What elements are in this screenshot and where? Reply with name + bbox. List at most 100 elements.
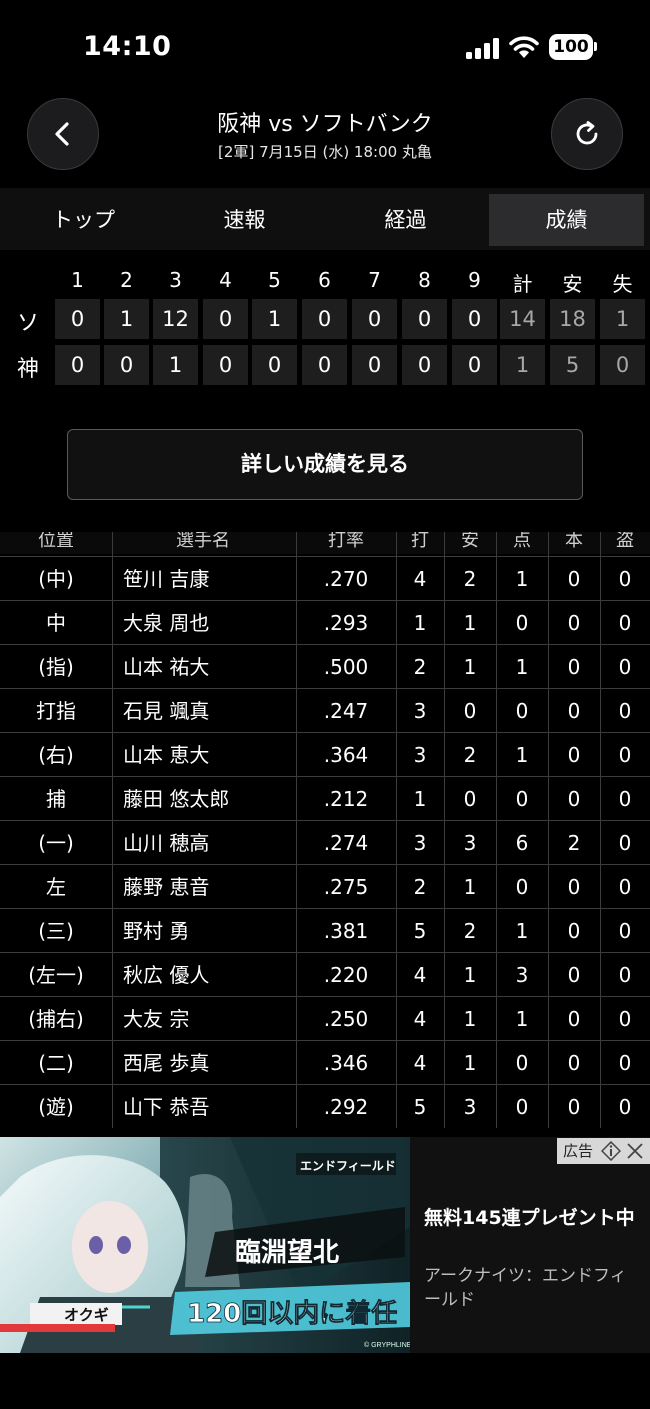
steals-cell: 0 [618, 1051, 632, 1075]
player-name-cell[interactable]: 笹川 吉康 [112, 557, 296, 601]
player-name-cell[interactable]: 秋広 優人 [112, 953, 296, 997]
position-cell: (遊) [38, 1095, 74, 1119]
position-cell: (一) [38, 831, 74, 855]
position-cell: (捕右) [28, 1007, 84, 1031]
hits-cell: 0 [463, 787, 477, 811]
player-name-cell[interactable]: 山本 恵大 [112, 733, 296, 777]
home-runs-cell: 0 [567, 919, 581, 943]
hits-cell: 2 [463, 567, 477, 591]
player-name-cell[interactable]: 西尾 歩真 [112, 1041, 296, 1085]
at-bats-cell: 3 [413, 831, 427, 855]
close-icon[interactable] [626, 1142, 644, 1160]
rbi-cell: 0 [515, 699, 529, 723]
rbi-cell: 3 [515, 963, 529, 987]
hits-cell: 2 [463, 743, 477, 767]
rbi-cell: 0 [515, 1095, 529, 1119]
hits-cell: 0 [463, 699, 477, 723]
refresh-button[interactable] [551, 98, 623, 170]
column-header: 打率 [328, 532, 364, 551]
ad-choices-icon[interactable] [601, 1141, 621, 1161]
player-name-cell[interactable]: 石見 颯真 [112, 689, 296, 733]
status-time: 14:10 [83, 31, 172, 62]
inning-header: 7 [368, 268, 381, 292]
score-cell: 1 [600, 299, 645, 339]
home-runs-cell: 0 [567, 787, 581, 811]
score-cell: 0 [55, 299, 100, 339]
column-header: 本 [565, 532, 583, 551]
ad-tagline-text: 120回以内に着任 [187, 1298, 397, 1329]
wifi-icon [509, 36, 539, 58]
rbi-cell: 1 [515, 743, 529, 767]
player-name-cell[interactable]: 山本 祐大 [112, 645, 296, 689]
tab-stats[interactable]: 成績 [489, 194, 644, 246]
score-cell: 18 [550, 299, 595, 339]
steals-cell: 0 [618, 567, 632, 591]
column-header: 点 [513, 532, 531, 551]
score-cell: 1 [252, 299, 297, 339]
tab-top[interactable]: トップ [6, 194, 161, 246]
score-cell: 5 [550, 345, 595, 385]
tab-progress[interactable]: 経過 [328, 194, 483, 246]
average-cell: .275 [323, 875, 369, 899]
rbi-cell: 1 [515, 1007, 529, 1031]
column-header: 位置 [38, 532, 74, 551]
player-name-cell[interactable]: 藤野 恵音 [112, 865, 296, 909]
at-bats-cell: 2 [413, 655, 427, 679]
at-bats-cell: 3 [413, 743, 427, 767]
inning-header: 1 [71, 268, 84, 292]
status-bar: 14:10 100 [0, 0, 650, 96]
at-bats-cell: 4 [413, 567, 427, 591]
score-cell: 0 [252, 345, 297, 385]
home-runs-cell: 2 [567, 831, 581, 855]
table-row: (一) 山川 穂高 .274 3 3 6 2 0 [0, 820, 650, 864]
column-header: 打 [411, 532, 429, 551]
player-name-cell[interactable]: 野村 勇 [112, 909, 296, 953]
steals-cell: 0 [618, 699, 632, 723]
advertisement[interactable]: エンドフィールド 臨淵望北 120回以内に着任 オクギ © GRYPHLINE … [0, 1137, 650, 1353]
column-divider [396, 532, 397, 1128]
table-row: 捕 藤田 悠太郎 .212 1 0 0 0 0 [0, 776, 650, 820]
team-label: ソ [16, 311, 39, 336]
home-runs-cell: 0 [567, 1095, 581, 1119]
player-name-cell[interactable]: 藤田 悠太郎 [112, 777, 296, 821]
steals-cell: 0 [618, 1007, 632, 1031]
home-runs-cell: 0 [567, 567, 581, 591]
player-name-cell[interactable]: 山川 穂高 [112, 821, 296, 865]
score-cell: 1 [104, 299, 149, 339]
table-row: (三) 野村 勇 .381 5 2 1 0 0 [0, 908, 650, 952]
table-row: (捕右) 大友 宗 .250 4 1 1 0 0 [0, 996, 650, 1040]
player-name-cell[interactable]: 山下 恭吾 [112, 1085, 296, 1129]
score-cell: 1 [500, 345, 545, 385]
refresh-icon [576, 121, 598, 145]
table-row: (左一) 秋広 優人 .220 4 1 3 0 0 [0, 952, 650, 996]
position-cell: (指) [38, 655, 74, 679]
player-name-cell[interactable]: 大友 宗 [112, 997, 296, 1041]
steals-cell: 0 [618, 963, 632, 987]
at-bats-cell: 1 [413, 787, 427, 811]
score-cell: 0 [352, 345, 397, 385]
ad-headline[interactable]: 無料145連プレゼント中 [424, 1205, 638, 1232]
table-row: 打指 石見 颯真 .247 3 0 0 0 0 [0, 688, 650, 732]
score-cell: 0 [402, 299, 447, 339]
table-row: (右) 山本 恵大 .364 3 2 1 0 0 [0, 732, 650, 776]
player-name-cell[interactable]: 大泉 周也 [112, 601, 296, 645]
score-cell: 0 [302, 345, 347, 385]
ad-badge[interactable]: 広告 [557, 1138, 650, 1164]
column-divider [496, 532, 497, 1128]
ad-label: 広告 [563, 1142, 594, 1160]
at-bats-cell: 4 [413, 1051, 427, 1075]
tab-live[interactable]: 速報 [167, 194, 322, 246]
column-divider [444, 532, 445, 1128]
score-cell: 0 [302, 299, 347, 339]
at-bats-cell: 4 [413, 1007, 427, 1031]
table-row: 左 藤野 恵音 .275 2 1 0 0 0 [0, 864, 650, 908]
position-cell: (三) [38, 919, 74, 943]
detailed-stats-button[interactable]: 詳しい成績を見る [67, 429, 583, 500]
ad-image[interactable]: エンドフィールド 臨淵望北 120回以内に着任 オクギ © GRYPHLINE [0, 1137, 410, 1353]
score-cell: 1 [153, 345, 198, 385]
average-cell: .346 [323, 1051, 369, 1075]
inning-header: 5 [268, 268, 281, 292]
hits-cell: 1 [463, 611, 477, 635]
inning-header: 安 [562, 272, 583, 296]
score-cell: 14 [500, 299, 545, 339]
